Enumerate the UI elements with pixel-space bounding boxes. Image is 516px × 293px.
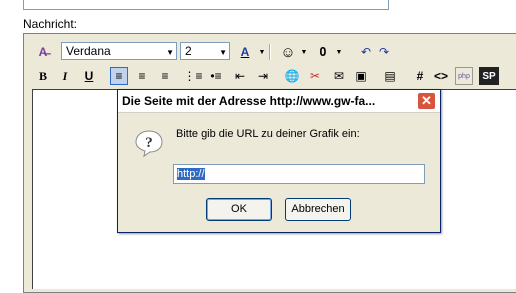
dialog-title: Die Seite mit der Adresse http://www.gw-…	[122, 94, 376, 108]
font-color-icon[interactable]: A	[236, 43, 254, 61]
php-button[interactable]: php	[455, 67, 473, 85]
align-left-icon[interactable]: ≡	[110, 67, 128, 85]
special-button[interactable]: SP	[479, 67, 499, 85]
bullet-list-icon[interactable]: •≡	[207, 67, 225, 85]
font-select[interactable]: Verdana ▼	[61, 42, 177, 60]
url-prompt-dialog: Die Seite mit der Adresse http://www.gw-…	[117, 89, 441, 233]
subject-input[interactable]	[23, 0, 389, 10]
attach-dropdown-icon[interactable]: ▼	[330, 43, 348, 61]
dialog-prompt: Bitte gib die URL zu deiner Grafik ein:	[176, 128, 360, 140]
undo-icon[interactable]: ↶	[357, 43, 375, 61]
image-icon[interactable]: ▣	[352, 67, 370, 85]
toolbar-row-2: B I U ≡ ≡ ≡ ⋮≡ •≡ ⇤ ⇥ 🌐 ✂ ✉ ▣ ▤ # <> php…	[24, 65, 516, 87]
link-icon[interactable]: 🌐	[283, 67, 301, 85]
align-center-icon[interactable]: ≡	[133, 67, 151, 85]
toolbar-separator	[269, 44, 271, 60]
redo-icon[interactable]: ↷	[375, 43, 393, 61]
cancel-button[interactable]: Abbrechen	[285, 198, 351, 221]
italic-button[interactable]: I	[56, 67, 74, 85]
dialog-titlebar[interactable]: Die Seite mit der Adresse http://www.gw-…	[118, 90, 440, 113]
email-icon[interactable]: ✉	[330, 67, 348, 85]
bold-button[interactable]: B	[34, 67, 52, 85]
svg-text:?: ?	[145, 135, 153, 151]
url-input[interactable]: http://	[173, 164, 425, 184]
hash-button[interactable]: #	[411, 67, 429, 85]
close-button[interactable]: ✕	[417, 92, 436, 110]
unlink-icon[interactable]: ✂	[306, 67, 324, 85]
outdent-icon[interactable]: ⇤	[231, 67, 249, 85]
size-select[interactable]: 2 ▼	[180, 42, 230, 60]
quote-icon[interactable]: ▤	[381, 67, 399, 85]
numbered-list-icon[interactable]: ⋮≡	[184, 67, 203, 85]
indent-icon[interactable]: ⇥	[254, 67, 272, 85]
underline-button[interactable]: U	[80, 67, 98, 85]
smiley-dropdown-icon[interactable]: ▼	[295, 43, 313, 61]
mode-icon[interactable]: A̶	[34, 43, 52, 61]
message-label: Nachricht:	[23, 17, 78, 31]
align-right-icon[interactable]: ≡	[156, 67, 174, 85]
code-button[interactable]: <>	[432, 67, 450, 85]
question-icon: ?	[135, 130, 163, 158]
toolbar-row-1: A̶ Verdana ▼ 2 ▼ A ▼ ☺ ▼ 𝟎 ▼ ↶ ↷	[24, 41, 516, 63]
url-input-value: http://	[177, 168, 205, 180]
ok-button[interactable]: OK	[206, 198, 272, 221]
